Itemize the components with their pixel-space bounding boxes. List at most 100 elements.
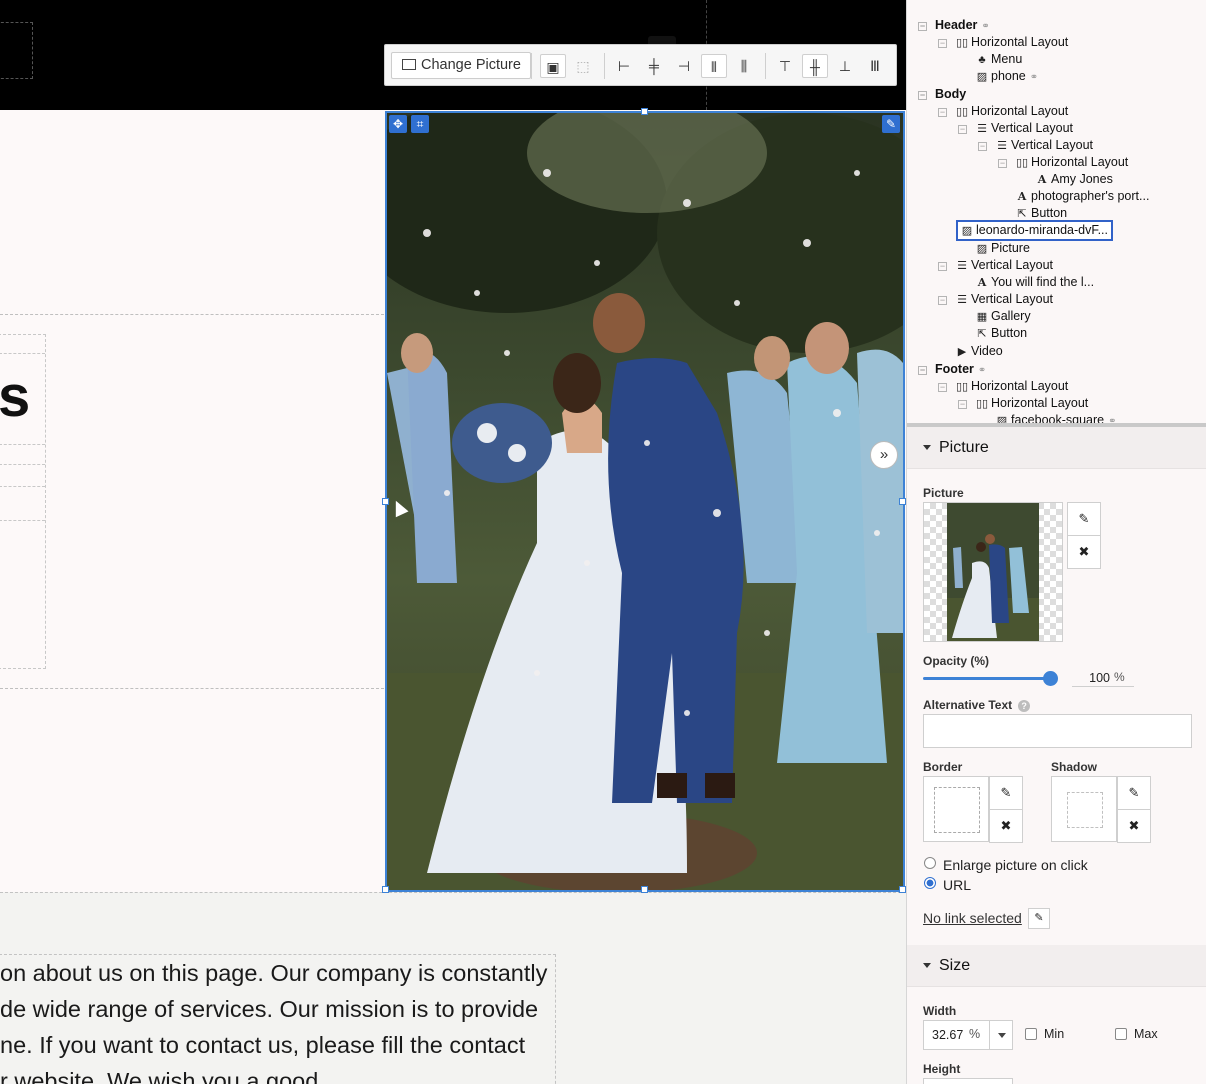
edit-picture-button[interactable]: ✎ — [1067, 502, 1101, 536]
tree-item[interactable]: ▨ Picture — [975, 240, 1030, 257]
component-tree[interactable]: − Header ⚭ − ▯▯ Horizontal Layout ♣ Menu ▨ pho… — [907, 6, 1206, 424]
help-icon[interactable]: ? — [1018, 700, 1031, 712]
image-icon — [402, 59, 416, 70]
double-chevron-right-icon[interactable]: » — [870, 441, 898, 469]
edit-link-button[interactable]: ✎ — [1028, 908, 1050, 929]
tree-item[interactable]: − ☰ Vertical Layout — [938, 291, 1053, 308]
move-icon[interactable]: ✥ — [389, 115, 407, 133]
height-input[interactable] — [923, 1078, 1013, 1084]
tree-item-body[interactable]: − Body — [918, 86, 966, 103]
resize-handle-right[interactable] — [899, 498, 906, 505]
thumbnail-image — [947, 503, 1039, 641]
fill-mode-icon[interactable]: ▣ — [540, 54, 566, 78]
edit-shadow-button[interactable]: ✎ — [1117, 776, 1151, 810]
stretch-vertical-icon[interactable]: Ⅲ — [862, 54, 888, 78]
max-checkbox[interactable] — [1115, 1028, 1127, 1040]
rows-icon: ☰ — [977, 123, 987, 135]
collapse-toggle-icon[interactable]: − — [938, 108, 947, 117]
remove-shadow-button[interactable]: ✖ — [1117, 809, 1151, 843]
about-text-line: on about us on this page. Our company is… — [0, 960, 548, 986]
tree-item-header[interactable]: − Header ⚭ — [918, 17, 990, 34]
collapse-toggle-icon[interactable]: − — [938, 262, 947, 271]
collapse-toggle-icon[interactable]: − — [978, 142, 987, 151]
collapse-toggle-icon[interactable]: − — [918, 91, 927, 100]
tree-item[interactable]: − ☰ Vertical Layout — [958, 120, 1073, 137]
edit-pencil-icon[interactable]: ✎ — [882, 115, 900, 133]
align-top-icon[interactable]: ⊤ — [772, 54, 798, 78]
pencil-icon: ✎ — [1128, 785, 1140, 800]
caret-down-icon — [923, 445, 931, 450]
tree-item[interactable]: ⇱ Button — [975, 325, 1027, 342]
edit-border-button[interactable]: ✎ — [989, 776, 1023, 810]
collapse-toggle-icon[interactable]: − — [938, 296, 947, 305]
tree-item[interactable]: − ▯▯ Horizontal Layout — [958, 395, 1088, 412]
collapse-toggle-icon[interactable]: − — [918, 22, 927, 31]
width-unit-dropdown[interactable] — [989, 1020, 1013, 1050]
resize-handle-top[interactable] — [641, 108, 648, 115]
tree-item[interactable]: ▨ phone ⚭ — [975, 68, 1038, 85]
layout-row — [0, 464, 45, 465]
remove-picture-button[interactable]: ✖ — [1067, 535, 1101, 569]
tree-item[interactable]: Aphotographer's port... — [1015, 188, 1150, 205]
change-picture-button[interactable]: Change Picture — [391, 52, 531, 79]
selected-picture[interactable] — [385, 111, 905, 892]
opacity-slider-handle[interactable] — [1043, 671, 1058, 686]
resize-handle-bottom-right[interactable] — [899, 886, 906, 893]
tree-item[interactable]: − ▯▯ Horizontal Layout — [938, 34, 1068, 51]
collapse-toggle-icon[interactable]: − — [998, 159, 1007, 168]
tree-item-footer[interactable]: − Footer ⚭ — [918, 361, 986, 378]
tree-item[interactable]: − ▯▯ Horizontal Layout — [998, 154, 1128, 171]
picture-section-header[interactable]: Picture — [907, 427, 1206, 469]
pencil-icon: ✎ — [1034, 912, 1044, 924]
resize-handle-bottom[interactable] — [641, 886, 648, 893]
alt-text-input[interactable] — [923, 714, 1192, 748]
tree-item[interactable]: − ▯▯ Horizontal Layout — [938, 103, 1068, 120]
align-left-icon[interactable]: ⊢ — [611, 54, 637, 78]
resize-handle-bottom-left[interactable] — [382, 886, 389, 893]
shadow-preview[interactable] — [1051, 776, 1117, 842]
fit-mode-icon[interactable]: ⬚ — [570, 54, 596, 78]
tree-item[interactable]: ▶ Video — [955, 343, 1003, 360]
columns-icon: ▯▯ — [975, 398, 989, 410]
collapse-toggle-icon[interactable]: − — [938, 39, 947, 48]
resize-handle-left[interactable] — [382, 498, 389, 505]
tree-item[interactable]: − ☰ Vertical Layout — [938, 257, 1053, 274]
tree-item[interactable]: − ▯▯ Horizontal Layout — [938, 378, 1068, 395]
opacity-slider-track[interactable] — [923, 677, 1057, 680]
about-text-block[interactable]: on about us on this page. Our company is… — [0, 954, 556, 1084]
border-preview[interactable] — [923, 776, 989, 842]
align-middle-icon[interactable]: ╫ — [802, 54, 828, 78]
collapse-toggle-icon[interactable]: − — [918, 366, 927, 375]
editor-canvas[interactable]: s on about us on this page. Our company … — [0, 0, 906, 1084]
columns-icon: ▯▯ — [955, 106, 969, 118]
picture-thumbnail[interactable] — [923, 502, 1063, 642]
stretch-horizontal-icon[interactable]: ⫼ — [731, 54, 757, 78]
tree-item-selected[interactable]: ▨ leonardo-miranda-dvF... — [956, 220, 1114, 241]
rows-icon: ☰ — [957, 260, 967, 272]
play-icon: ▶ — [957, 346, 967, 358]
tree-item[interactable]: A Amy Jones — [1035, 171, 1113, 188]
min-checkbox[interactable] — [1025, 1028, 1037, 1040]
collapse-toggle-icon[interactable]: − — [958, 400, 967, 409]
tree-item[interactable]: ▦ Gallery — [975, 308, 1031, 325]
collapse-toggle-icon[interactable]: − — [938, 383, 947, 392]
text-icon: A — [1037, 173, 1047, 186]
distribute-horizontal-icon[interactable]: ⫴ — [701, 54, 727, 78]
align-center-icon[interactable]: ╪ — [641, 54, 667, 78]
enlarge-on-click-radio[interactable] — [924, 857, 936, 869]
tree-item[interactable]: − ☰ Vertical Layout — [978, 137, 1093, 154]
no-link-selected-link[interactable]: No link selected — [923, 910, 1022, 926]
crop-icon[interactable]: ⌗ — [411, 115, 429, 133]
text-icon: A — [1017, 190, 1027, 203]
size-section-header[interactable]: Size — [907, 945, 1206, 987]
heading-text[interactable]: s — [0, 368, 30, 426]
pencil-icon: ✎ — [1000, 785, 1012, 800]
collapse-toggle-icon[interactable]: − — [958, 125, 967, 134]
header-logo-placeholder[interactable] — [0, 22, 33, 79]
tree-item[interactable]: ♣ Menu — [975, 51, 1022, 68]
url-radio[interactable] — [924, 877, 936, 889]
align-right-icon[interactable]: ⊣ — [671, 54, 697, 78]
tree-item[interactable]: A You will find the l... — [975, 274, 1094, 291]
remove-border-button[interactable]: ✖ — [989, 809, 1023, 843]
align-bottom-icon[interactable]: ⊥ — [832, 54, 858, 78]
